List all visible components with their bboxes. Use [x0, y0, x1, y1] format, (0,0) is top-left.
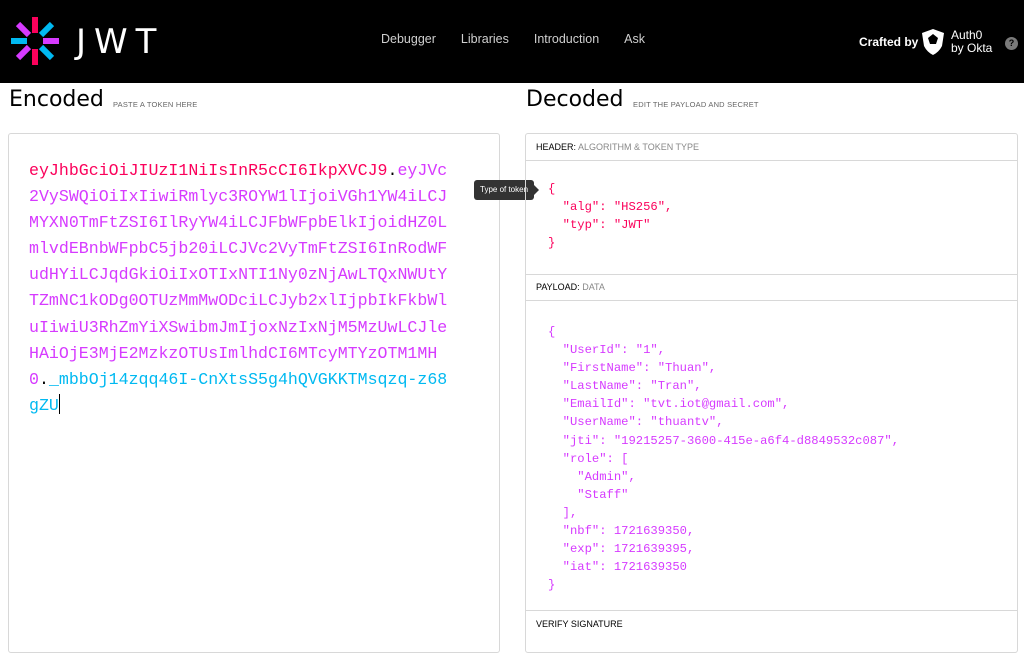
- encoded-subtitle: PASTE A TOKEN HERE: [113, 100, 198, 109]
- token-text[interactable]: eyJhbGciOiJIUzI1NiIsInR5cCI6IkpXVCJ9.eyJ…: [29, 158, 449, 419]
- header-label: HEADER:: [536, 142, 577, 152]
- auth0-shield-icon[interactable]: [921, 28, 945, 56]
- token-payload-part: eyJVc2VySWQiOiIxIiwiRmlyc3ROYW1lIjoiVGh1…: [29, 161, 448, 389]
- token-dot: .: [387, 161, 398, 180]
- token-signature-part: _mbbOj14zqq46I-CnXtsS5g4hQVGKKTMsqzq-z68…: [29, 369, 448, 415]
- auth0-link[interactable]: Auth0 by Okta: [951, 29, 992, 55]
- decoded-panel: HEADER: ALGORITHM & TOKEN TYPE { "alg": …: [525, 133, 1018, 653]
- header-json-editor[interactable]: { "alg": "HS256", "typ": "JWT" }: [548, 180, 672, 252]
- nav-link-ask[interactable]: Ask: [624, 32, 645, 46]
- header-sublabel: ALGORITHM & TOKEN TYPE: [578, 142, 700, 152]
- logo-text[interactable]: JWT: [76, 22, 164, 62]
- divider: [526, 610, 1017, 611]
- token-dot: .: [38, 369, 49, 389]
- nav-link-debugger[interactable]: Debugger: [381, 32, 436, 46]
- encoded-token-editor[interactable]: eyJhbGciOiJIUzI1NiIsInR5cCI6IkpXVCJ9.eyJ…: [8, 133, 500, 653]
- decoded-title: Decoded: [526, 87, 624, 112]
- decoded-subtitle: EDIT THE PAYLOAD AND SECRET: [633, 100, 759, 109]
- help-icon[interactable]: ?: [1005, 37, 1018, 50]
- top-nav: JWT Debugger Libraries Introduction Ask …: [0, 0, 1024, 83]
- text-caret: [58, 393, 60, 414]
- payload-section-label: PAYLOAD: DATA: [526, 274, 1017, 301]
- auth0-sub: by Okta: [951, 41, 993, 55]
- nav-links: Debugger Libraries Introduction Ask: [381, 32, 670, 46]
- nav-link-libraries[interactable]: Libraries: [461, 32, 509, 46]
- payload-json-editor[interactable]: { "UserId": "1", "FirstName": "Thuan", "…: [548, 323, 899, 594]
- header-section-label: HEADER: ALGORITHM & TOKEN TYPE: [526, 134, 1017, 161]
- nav-link-introduction[interactable]: Introduction: [534, 32, 599, 46]
- verify-signature-label: VERIFY SIGNATURE: [536, 619, 623, 629]
- token-header-part: eyJhbGciOiJIUzI1NiIsInR5cCI6IkpXVCJ9: [29, 161, 388, 180]
- payload-label: PAYLOAD:: [536, 282, 580, 292]
- jwt-logo-icon[interactable]: [8, 14, 62, 68]
- payload-sublabel: DATA: [582, 282, 605, 292]
- encoded-title: Encoded: [9, 87, 104, 112]
- crafted-by-label: Crafted by: [859, 35, 919, 49]
